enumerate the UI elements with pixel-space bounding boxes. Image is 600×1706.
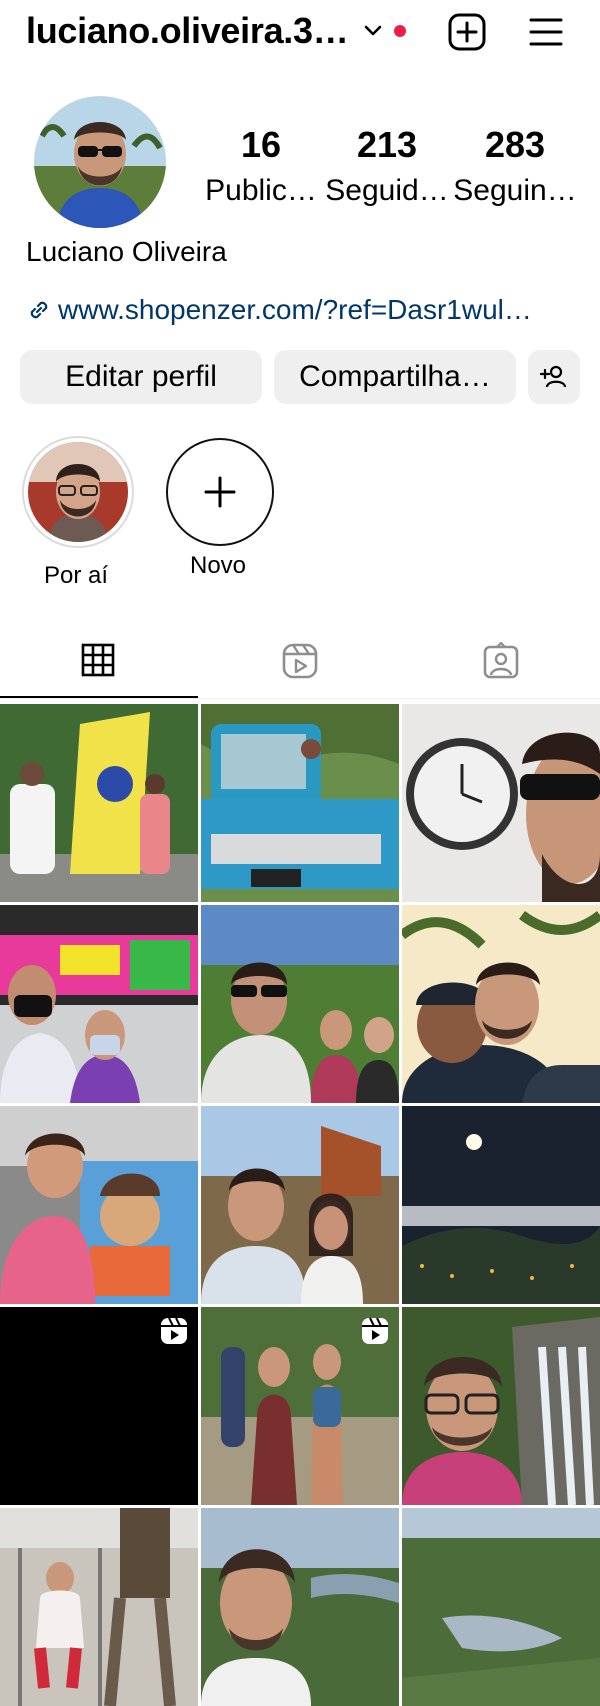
new-highlight-button[interactable]: [166, 438, 274, 546]
stat-following-label[interactable]: Seguin…: [450, 174, 580, 208]
reel-badge-icon: [161, 1317, 187, 1344]
chevron-down-icon[interactable]: [362, 20, 384, 42]
reel-thumbnail[interactable]: [201, 1307, 399, 1505]
post-thumbnail[interactable]: [0, 905, 198, 1103]
reel-badge-icon: [362, 1317, 388, 1344]
reel-thumbnail[interactable]: [0, 1307, 198, 1505]
discover-people-button[interactable]: [528, 350, 580, 404]
post-thumbnail[interactable]: [201, 1508, 399, 1706]
tab-divider: [0, 698, 600, 699]
grid-icon: [81, 643, 115, 677]
post-thumbnail[interactable]: [402, 1508, 600, 1706]
stat-posts-label[interactable]: Public…: [196, 174, 326, 208]
link-icon: [30, 301, 48, 319]
profile-avatar[interactable]: [34, 96, 166, 228]
post-thumbnail[interactable]: [201, 1106, 399, 1304]
menu-icon[interactable]: [528, 14, 564, 50]
post-thumbnail[interactable]: [402, 905, 600, 1103]
post-thumbnail[interactable]: [0, 704, 198, 902]
post-thumbnail[interactable]: [0, 1508, 198, 1706]
stat-followers-count[interactable]: 213: [322, 124, 452, 166]
display-name: Luciano Oliveira: [26, 236, 227, 267]
highlight-cover: [28, 442, 128, 542]
highlight-label[interactable]: Por aí: [6, 562, 146, 590]
post-thumbnail[interactable]: [402, 704, 600, 902]
stat-posts-count[interactable]: 16: [196, 124, 326, 166]
username-title[interactable]: luciano.oliveira.3…: [26, 10, 349, 52]
post-thumbnail[interactable]: [201, 704, 399, 902]
notification-dot: [394, 25, 406, 37]
reels-icon: [282, 643, 318, 679]
share-profile-button[interactable]: Compartilha…: [274, 350, 516, 404]
new-highlight-label[interactable]: Novo: [148, 552, 288, 580]
post-thumbnail[interactable]: [402, 1307, 600, 1505]
post-thumbnail[interactable]: [201, 905, 399, 1103]
edit-profile-button[interactable]: Editar perfil: [20, 350, 262, 404]
add-person-icon: [539, 365, 567, 388]
new-post-icon[interactable]: [447, 12, 487, 52]
profile-link[interactable]: www.shopenzer.com/?ref=Dasr1wul…: [26, 294, 576, 326]
stat-followers-label[interactable]: Seguid…: [322, 174, 452, 208]
tagged-icon: [483, 641, 519, 679]
tab-tagged[interactable]: [482, 641, 520, 685]
highlight-por-ai[interactable]: [22, 436, 134, 548]
tab-posts-grid[interactable]: [80, 642, 116, 683]
post-thumbnail[interactable]: [402, 1106, 600, 1304]
stat-following-count[interactable]: 283: [450, 124, 580, 166]
post-thumbnail[interactable]: [0, 1106, 198, 1304]
profile-link-text[interactable]: www.shopenzer.com/?ref=Dasr1wul…: [58, 294, 532, 325]
plus-icon: [204, 476, 236, 508]
tab-reels[interactable]: [281, 642, 319, 685]
